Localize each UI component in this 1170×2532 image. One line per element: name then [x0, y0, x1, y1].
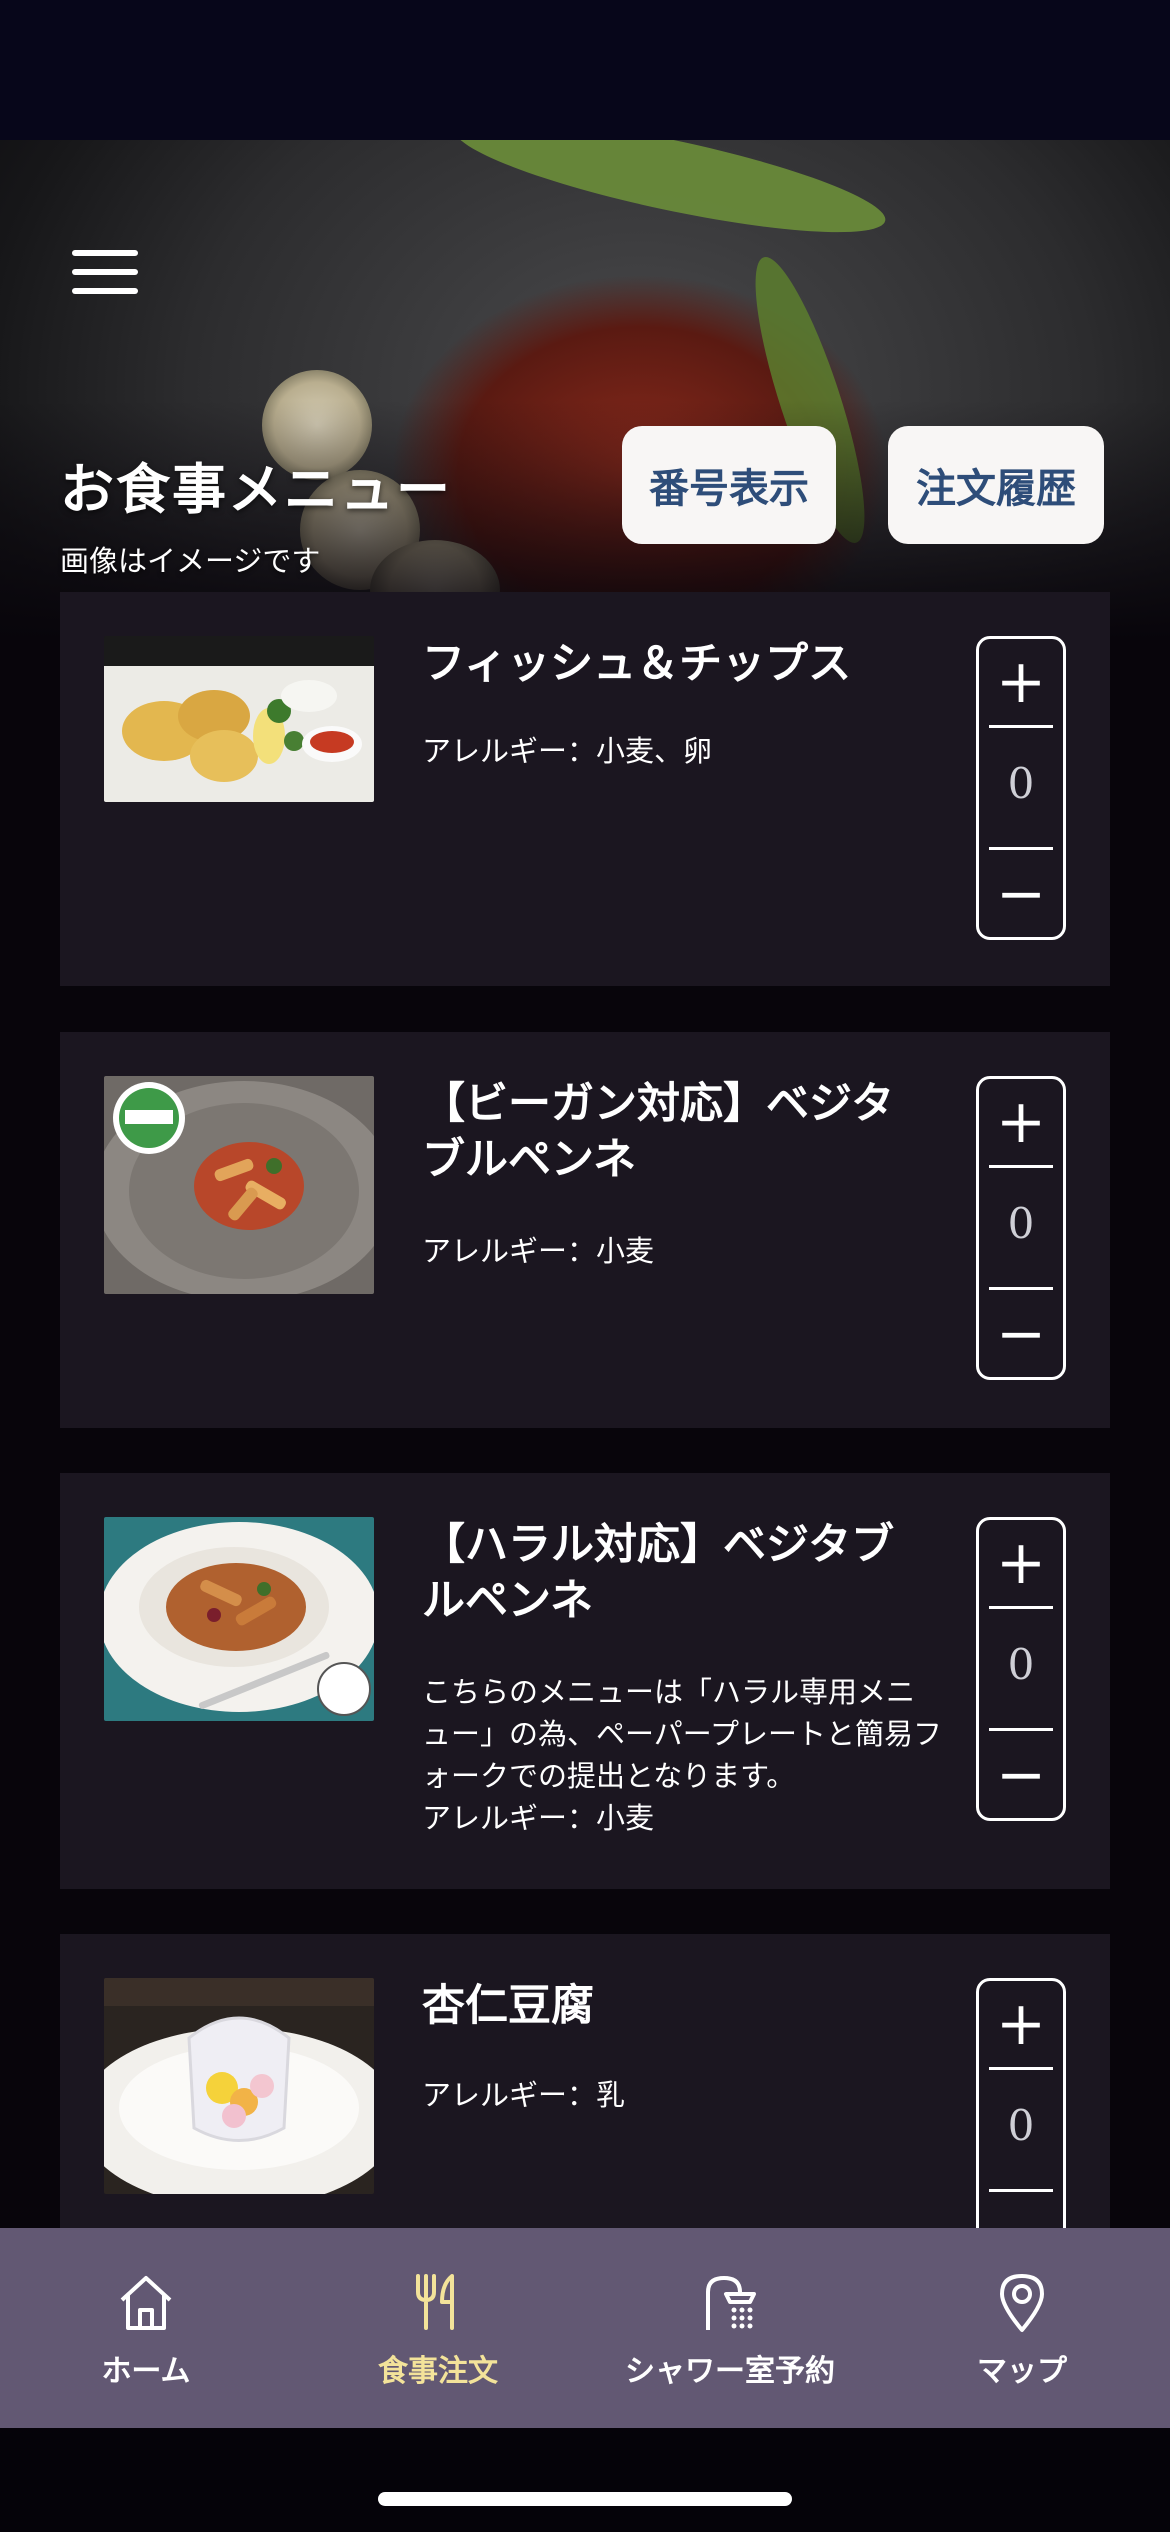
number-display-button[interactable]: 番号表示 [622, 426, 836, 544]
menu-item-name: 【ビーガン対応】ベジタブルペンネ [422, 1079, 895, 1185]
menu-item-card: 【ビーガン対応】ベジタブルペンネ アレルギー：小麦 + 0 − [60, 1032, 1110, 1428]
quantity-value: 0 [1007, 759, 1035, 808]
tab-meal-order[interactable]: 食事注文 [292, 2228, 584, 2428]
shower-icon [706, 2275, 756, 2330]
menu-item-card: フィッシュ＆チップス アレルギー：小麦、卵 + 0 − [60, 592, 1110, 986]
increase-button[interactable]: + [979, 639, 1063, 725]
tab-shower-booking[interactable]: シャワー室予約 [584, 2228, 876, 2428]
tab-home-label: ホーム [101, 2354, 191, 2389]
tab-map-label: マップ [977, 2354, 1067, 2389]
menu-item-allergy: アレルギー：小麦 [422, 1801, 655, 1835]
menu-item-name: 杏仁豆腐 [422, 1981, 594, 2031]
tab-bar: ホーム 食事注文 シャワー室予約 マップ [0, 2228, 1170, 2428]
decrease-button[interactable]: − [979, 851, 1063, 937]
menu-item-allergy: アレルギー：小麦 [422, 1234, 655, 1268]
garnish-leaf [447, 140, 893, 255]
fork-knife-icon [416, 2274, 454, 2330]
quantity-value: 0 [1007, 2101, 1035, 2150]
increase-button[interactable]: + [979, 1079, 1063, 1165]
quantity-value: 0 [1007, 1640, 1035, 1689]
quantity-stepper: + 0 − [976, 1517, 1066, 1821]
quantity-value: 0 [1007, 1199, 1035, 1248]
menu-item-allergy: アレルギー：乳 [422, 2078, 626, 2112]
increase-button[interactable]: + [979, 1520, 1063, 1606]
page-title: お食事メニュー [60, 457, 452, 521]
hamburger-menu-icon[interactable] [72, 250, 138, 300]
increase-button[interactable]: + [979, 1981, 1063, 2067]
tab-home[interactable]: ホーム [0, 2228, 292, 2428]
menu-item-name: 【ハラル対応】ベジタブルペンネ [422, 1520, 895, 1626]
vegan-penne-image [104, 1076, 374, 1294]
decrease-button[interactable]: − [979, 1732, 1063, 1818]
tab-shower-booking-label: シャワー室予約 [625, 2354, 835, 2389]
home-indicator[interactable] [378, 2492, 792, 2506]
menu-item-card: 杏仁豆腐 アレルギー：乳 + 0 − [60, 1934, 1110, 2282]
almond-tofu-image [104, 1978, 374, 2194]
decrease-button[interactable]: − [979, 1291, 1063, 1377]
menu-item-allergy: アレルギー：小麦、卵 [422, 734, 713, 768]
page-subtitle: 画像はイメージです [60, 544, 321, 578]
map-pin-icon [1000, 2274, 1044, 2332]
home-icon [120, 2276, 172, 2330]
menu-item-name: フィッシュ＆チップス [422, 639, 852, 689]
tab-map[interactable]: マップ [876, 2228, 1168, 2428]
tab-meal-order-label: 食事注文 [378, 2354, 498, 2389]
quantity-stepper: + 0 − [976, 1076, 1066, 1380]
quantity-stepper: + 0 − [976, 636, 1066, 940]
home-indicator-area [0, 2428, 1170, 2532]
halal-penne-image [104, 1517, 374, 1721]
status-bar [0, 0, 1170, 140]
menu-item-card: 【ハラル対応】ベジタブルペンネ こちらのメニューは「ハラル専用メニュー」の為、ペ… [60, 1473, 1110, 1889]
menu-item-description: こちらのメニューは「ハラル専用メニュー」の為、ペーパープレートと簡易フォークでの… [422, 1675, 942, 1793]
fish-and-chips-image [104, 636, 374, 802]
order-history-button[interactable]: 注文履歴 [888, 426, 1104, 544]
